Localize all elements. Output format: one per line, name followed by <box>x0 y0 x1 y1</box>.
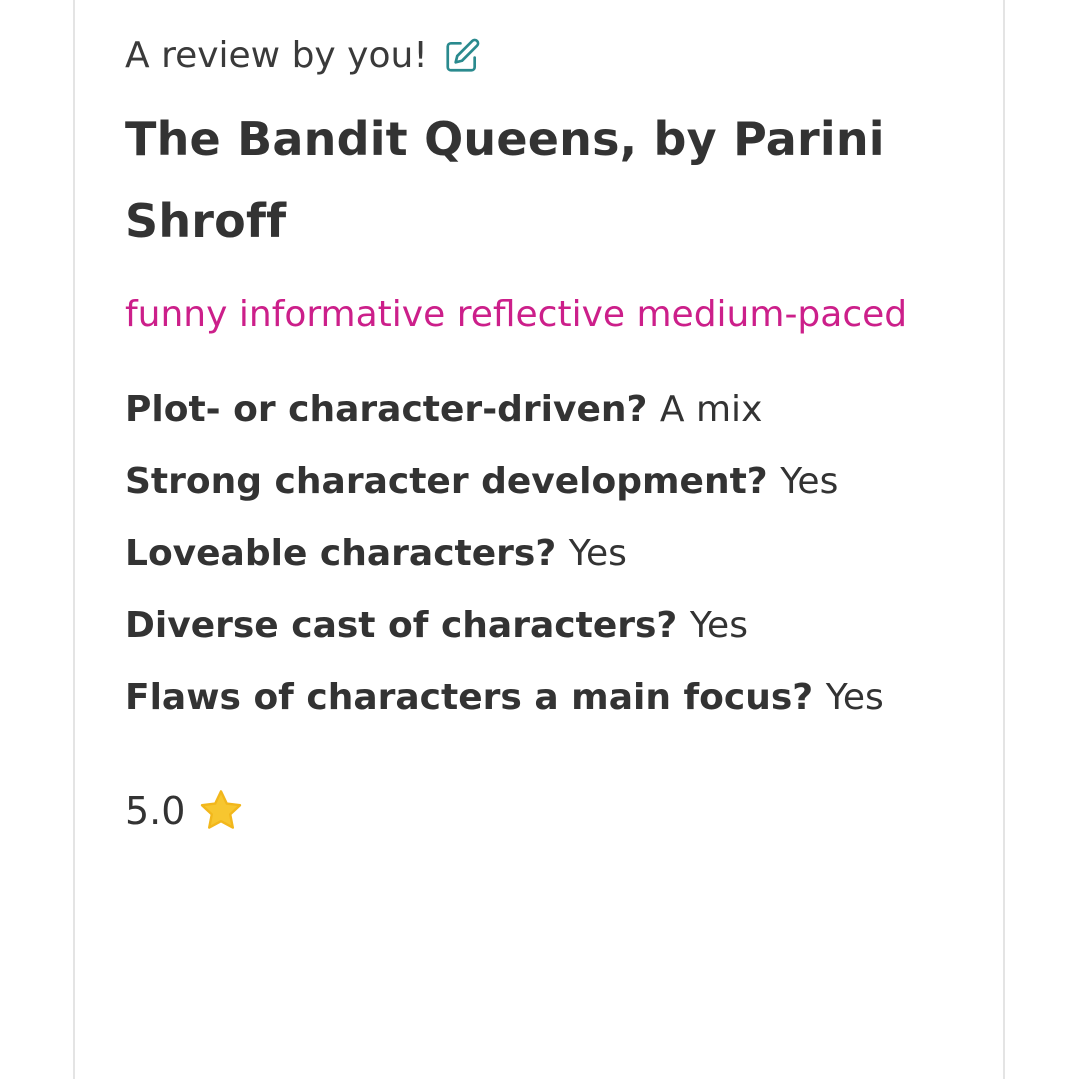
question-answer: A mix <box>659 389 763 430</box>
question-row: Plot- or character-driven? A mix <box>125 374 965 446</box>
review-content: A review by you! The Bandit Queens, by P… <box>125 34 965 836</box>
review-header-label: A review by you! <box>125 35 428 76</box>
question-label: Flaws of characters a main focus? <box>125 677 826 718</box>
question-answer: Yes <box>780 461 839 502</box>
question-row: Diverse cast of characters? Yes <box>125 590 965 662</box>
review-card: A review by you! The Bandit Queens, by P… <box>73 0 1005 1079</box>
rating: 5.0 <box>125 786 965 836</box>
question-answer: Yes <box>825 677 884 718</box>
question-row: Loveable characters? Yes <box>125 518 965 590</box>
mood-tags: funny informative reflective medium-pace… <box>125 294 908 335</box>
question-answer: Yes <box>689 605 748 646</box>
question-row: Flaws of characters a main focus? Yes <box>125 662 965 734</box>
question-label: Diverse cast of characters? <box>125 605 690 646</box>
star-icon <box>201 790 242 829</box>
review-header: A review by you! <box>125 34 965 78</box>
question-row: Strong character development? Yes <box>125 446 965 518</box>
question-label: Plot- or character-driven? <box>125 389 660 430</box>
edit-icon[interactable] <box>442 36 482 76</box>
review-questions: Plot- or character-driven? A mix Strong … <box>125 374 965 734</box>
question-label: Loveable characters? <box>125 533 569 574</box>
rating-value: 5.0 <box>125 789 186 833</box>
question-answer: Yes <box>568 533 627 574</box>
question-label: Strong character development? <box>125 461 781 502</box>
book-title[interactable]: The Bandit Queens, by Parini Shroff <box>125 98 965 262</box>
